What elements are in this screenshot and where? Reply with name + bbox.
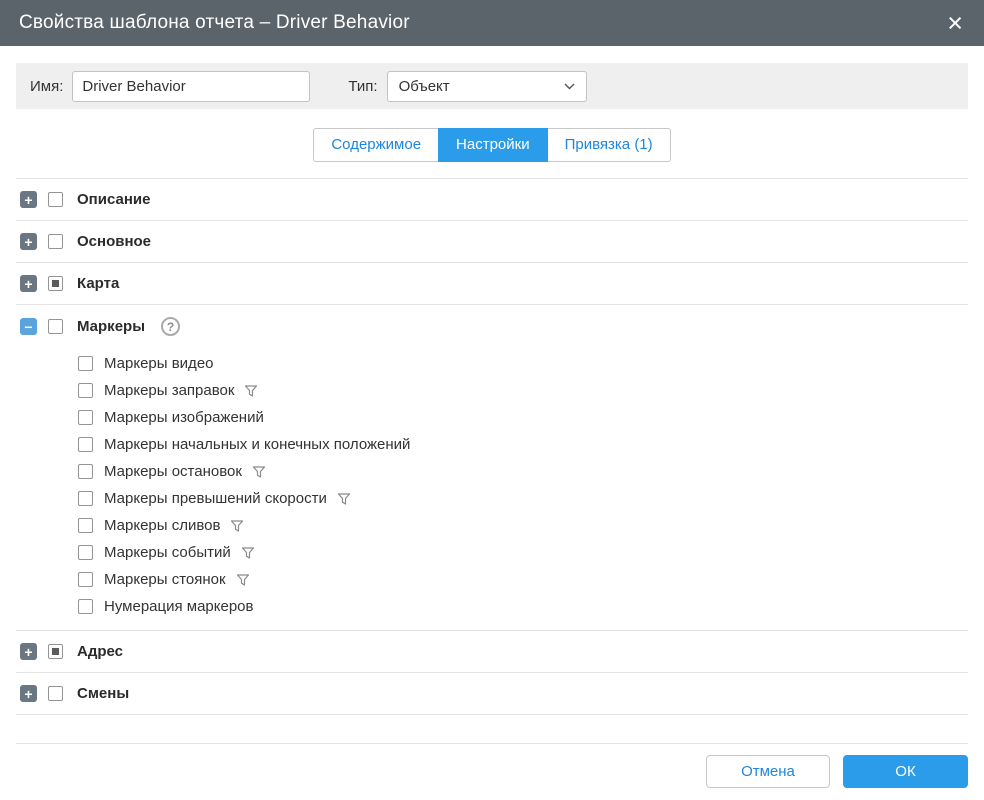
section-label: Адрес [77,643,123,660]
expand-icon[interactable]: + [20,191,37,208]
sub-item-row: Маркеры видео [78,350,968,377]
section-label: Основное [77,233,151,250]
sub-item-checkbox[interactable] [78,410,93,425]
dialog-title: Свойства шаблона отчета – Driver Behavio… [19,12,410,34]
section-row: + Адрес [16,630,968,672]
filter-icon[interactable] [337,492,351,506]
section-checkbox[interactable] [48,276,63,291]
section-row: + Смены [16,672,968,714]
section-checkbox[interactable] [48,644,63,659]
sub-item-label: Маркеры начальных и конечных положений [104,436,410,453]
section-label: Описание [77,191,150,208]
section-label: Карта [77,275,119,292]
name-label: Имя: [30,78,63,95]
tab-binding[interactable]: Привязка (1) [547,128,671,162]
sections-list: + Описание + Основное + Карта − Маркеры? Маркеры… [16,178,968,715]
sub-item-checkbox[interactable] [78,572,93,587]
sub-item-label: Маркеры сливов [104,517,220,534]
expand-icon[interactable]: + [20,685,37,702]
dialog-footer: Отмена ОК [16,743,968,788]
section-row: + Основное [16,220,968,262]
sub-item-label: Нумерация маркеров [104,598,254,615]
section-children: Маркеры видео Маркеры заправок Маркеры изо… [16,348,968,630]
section-checkbox[interactable] [48,234,63,249]
sub-item-row: Маркеры остановок [78,458,968,485]
filter-icon[interactable] [236,573,250,587]
sub-item-checkbox[interactable] [78,383,93,398]
sub-item-row: Маркеры событий [78,539,968,566]
section-checkbox[interactable] [48,192,63,207]
sub-item-row: Маркеры сливов [78,512,968,539]
sub-item-label: Маркеры видео [104,355,214,372]
collapse-icon[interactable]: − [20,318,37,335]
filter-icon[interactable] [252,465,266,479]
sub-item-row: Маркеры изображений [78,404,968,431]
type-label: Тип: [348,78,377,95]
dialog-header: Свойства шаблона отчета – Driver Behavio… [0,0,984,46]
sub-item-checkbox[interactable] [78,518,93,533]
sub-item-checkbox[interactable] [78,491,93,506]
expand-icon[interactable]: + [20,275,37,292]
sub-item-label: Маркеры событий [104,544,231,561]
section-checkbox[interactable] [48,686,63,701]
filter-icon[interactable] [241,546,255,560]
sub-item-checkbox[interactable] [78,437,93,452]
section-row: + Карта [16,262,968,304]
sub-item-checkbox[interactable] [78,599,93,614]
sub-item-label: Маркеры стоянок [104,571,226,588]
sub-item-checkbox[interactable] [78,464,93,479]
sub-item-label: Маркеры изображений [104,409,264,426]
sub-item-row: Маркеры заправок [78,377,968,404]
expand-icon[interactable]: + [20,233,37,250]
ok-button[interactable]: ОК [843,755,968,788]
type-select[interactable]: Объект [387,71,587,102]
sub-item-checkbox[interactable] [78,356,93,371]
sub-item-label: Маркеры остановок [104,463,242,480]
section-label: Смены [77,685,129,702]
section-row: − Маркеры? [16,304,968,348]
sub-item-row: Маркеры превышений скорости [78,485,968,512]
sub-item-checkbox[interactable] [78,545,93,560]
cancel-button[interactable]: Отмена [706,755,830,788]
type-select-value: Объект [399,78,450,95]
sub-item-row: Нумерация маркеров [78,593,968,620]
help-icon[interactable]: ? [161,317,180,336]
section-checkbox[interactable] [48,319,63,334]
sub-item-row: Маркеры стоянок [78,566,968,593]
chevron-down-icon [564,83,575,90]
name-input[interactable] [72,71,310,102]
section-row: + Описание [16,178,968,220]
tab-content[interactable]: Содержимое [313,128,439,162]
sub-item-label: Маркеры заправок [104,382,234,399]
sub-item-row: Маркеры начальных и конечных положений [78,431,968,458]
tab-settings[interactable]: Настройки [438,128,548,162]
expand-icon[interactable]: + [20,643,37,660]
tabs-bar: Содержимое Настройки Привязка (1) [0,128,984,162]
filter-icon[interactable] [244,384,258,398]
sub-item-label: Маркеры превышений скорости [104,490,327,507]
section-label: Маркеры [77,318,145,335]
form-bar: Имя: Тип: Объект [16,63,968,109]
filter-icon[interactable] [230,519,244,533]
close-icon[interactable]: × [945,10,965,37]
